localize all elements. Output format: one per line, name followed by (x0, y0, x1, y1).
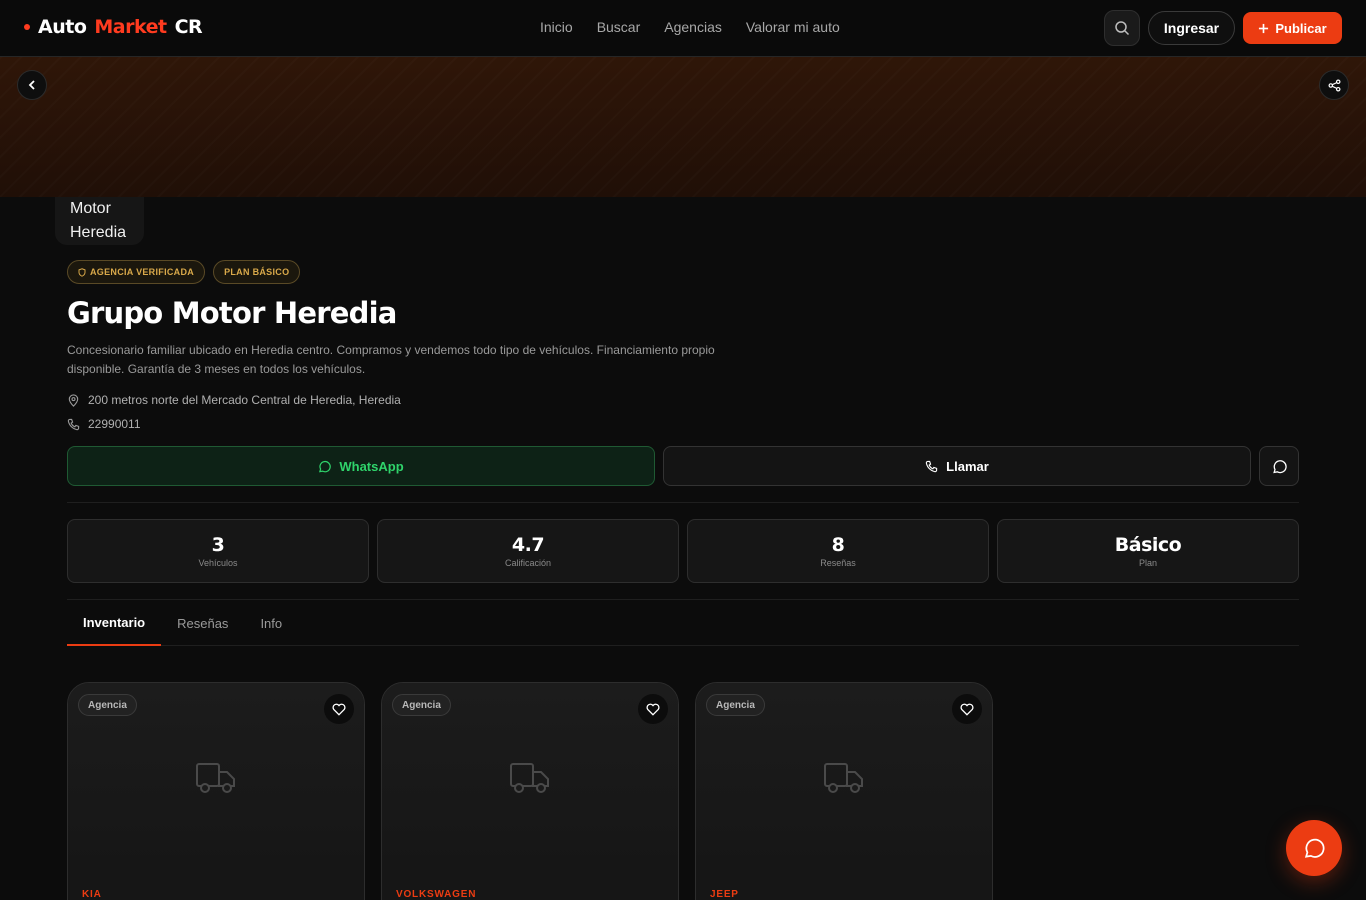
agency-logo-line1: Motor (70, 200, 111, 217)
shield-icon (78, 267, 86, 277)
agency-logo-line2: Heredia (70, 224, 127, 241)
divider (67, 502, 1299, 503)
plus-icon (1259, 23, 1269, 33)
nav-link-agencias[interactable]: Agencias (664, 19, 722, 35)
brand-word-cr: CR (174, 16, 203, 38)
stat-plan: Básico Plan (997, 519, 1299, 583)
agency-phone-text: 22990011 (88, 417, 141, 431)
agency-cover-banner (0, 57, 1366, 197)
vehicle-card[interactable]: Agencia JEEP (695, 682, 993, 900)
tab-inventario[interactable]: Inventario (67, 600, 162, 646)
brand-logo[interactable]: Auto Market CR (24, 16, 203, 38)
search-icon (1115, 21, 1130, 36)
stat-vehicles-label: Vehículos (198, 558, 238, 568)
brand-word-auto: Auto (38, 16, 87, 38)
truck-icon (510, 763, 549, 793)
call-button-label: Llamar (946, 458, 989, 474)
brand-word-market: Market (94, 16, 167, 38)
agency-logo-text: Motor Heredia (70, 197, 126, 245)
stat-rating-value: 4.7 (511, 534, 545, 556)
agency-description: Concesionario familiar ubicado en Heredi… (67, 343, 715, 376)
vehicle-card[interactable]: Agencia KIA (67, 682, 365, 900)
vehicle-make: JEEP (710, 889, 739, 900)
publish-button[interactable]: Publicar (1243, 12, 1342, 44)
stat-plan-label: Plan (1138, 558, 1157, 568)
agency-badges: AGENCIA VERIFICADA PLAN BÁSICO (67, 260, 301, 284)
agency-address-text: 200 metros norte del Mercado Central de … (88, 393, 401, 407)
stat-plan-value: Básico (1114, 534, 1182, 556)
chevron-left-icon (28, 80, 35, 90)
whatsapp-button[interactable]: WhatsApp (67, 446, 655, 486)
call-button[interactable]: Llamar (663, 446, 1251, 486)
stat-rating: 4.7 Calificación (377, 519, 679, 583)
main-nav: Inicio Buscar Agencias Valorar mi auto (540, 19, 840, 35)
verified-badge: AGENCIA VERIFICADA (67, 260, 206, 284)
whatsapp-icon (319, 460, 332, 472)
brand-dot (24, 24, 30, 30)
phone-icon (67, 418, 80, 430)
favorite-button[interactable] (638, 694, 668, 724)
nav-link-valorar[interactable]: Valorar mi auto (746, 19, 840, 35)
top-navbar: Auto Market CR Inicio Buscar Agencias Va… (0, 0, 1366, 57)
stat-rating-label: Calificación (504, 558, 552, 568)
agency-name: Grupo Motor Heredia (67, 296, 397, 330)
vehicle-make: KIA (82, 889, 102, 900)
vehicle-tag: Agencia (78, 694, 137, 716)
vehicle-make: VOLKSWAGEN (396, 889, 477, 900)
heart-icon (332, 703, 346, 716)
chat-bubble-icon (1272, 459, 1287, 473)
stat-vehicles-value: 3 (211, 534, 225, 556)
share-icon (1328, 79, 1340, 91)
stat-vehicles: 3 Vehículos (67, 519, 369, 583)
heart-icon (646, 703, 660, 716)
nav-link-buscar[interactable]: Buscar (597, 19, 641, 35)
agency-address: 200 metros norte del Mercado Central de … (67, 393, 401, 407)
tab-resenas[interactable]: Reseñas (161, 600, 244, 646)
vehicle-tag: Agencia (706, 694, 765, 716)
favorite-button[interactable] (952, 694, 982, 724)
search-button[interactable] (1104, 10, 1140, 46)
vehicle-card[interactable]: Agencia VOLKSWAGEN (381, 682, 679, 900)
truck-icon (196, 763, 235, 793)
map-pin-icon (68, 393, 79, 407)
back-button[interactable] (17, 70, 47, 100)
nav-link-inicio[interactable]: Inicio (540, 19, 573, 35)
stat-reviews-label: Reseñas (820, 558, 856, 568)
publish-button-label: Publicar (1275, 20, 1327, 36)
floating-chat-button[interactable] (1286, 820, 1342, 876)
agency-phone[interactable]: 22990011 (67, 417, 141, 431)
whatsapp-button-label: WhatsApp (339, 458, 404, 474)
chat-bubble-icon (1304, 838, 1325, 858)
chat-button[interactable] (1259, 446, 1299, 486)
verified-badge-label: AGENCIA VERIFICADA (90, 267, 195, 277)
stat-reviews: 8 Reseñas (687, 519, 989, 583)
agency-tabs: Inventario Reseñas Info (67, 600, 1299, 646)
phone-icon (925, 460, 938, 472)
truck-icon (824, 763, 863, 793)
tab-info[interactable]: Info (244, 600, 298, 646)
plan-badge: PLAN BÁSICO (213, 260, 301, 284)
share-button[interactable] (1319, 70, 1349, 100)
favorite-button[interactable] (324, 694, 354, 724)
vehicle-tag: Agencia (392, 694, 451, 716)
heart-icon (960, 703, 974, 716)
login-button[interactable]: Ingresar (1148, 11, 1235, 45)
stat-reviews-value: 8 (831, 534, 845, 556)
